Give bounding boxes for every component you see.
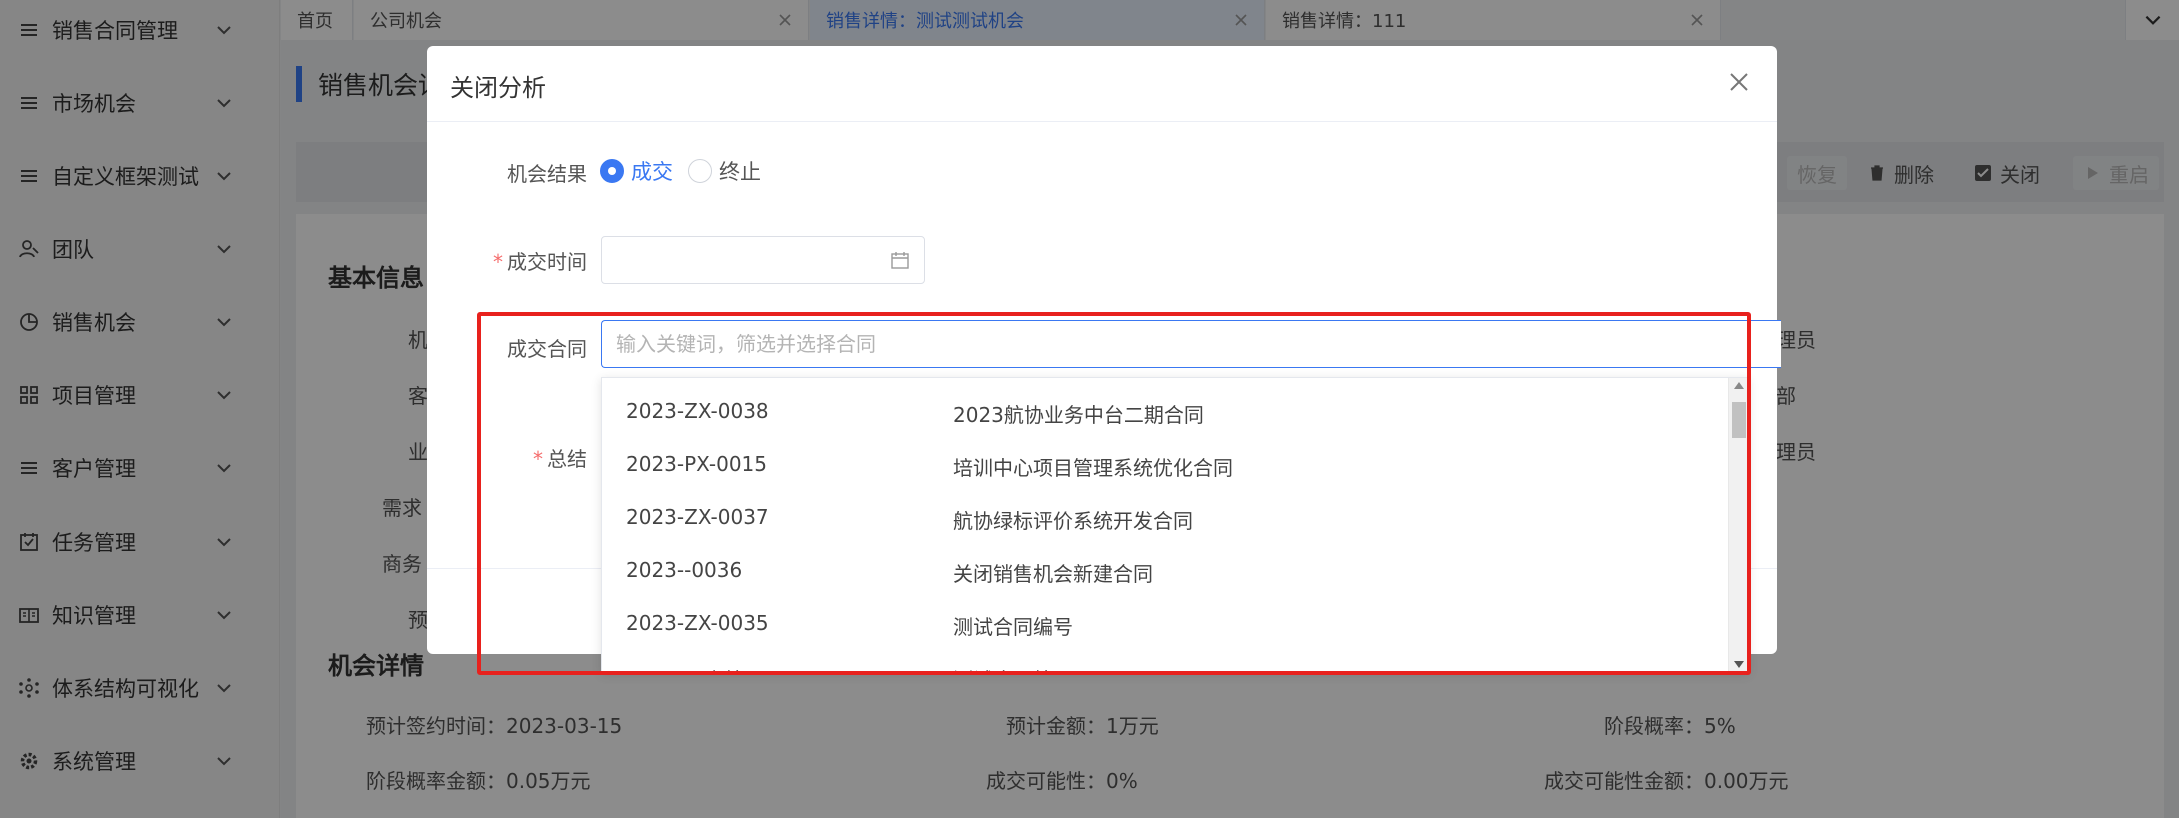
contract-option[interactable]: 2023-ZX-0037 航协绿标评价系统开发合同 bbox=[602, 491, 1728, 544]
contract-search-input[interactable] bbox=[602, 321, 1781, 367]
deal-time-label: * 成交时间 bbox=[427, 246, 587, 275]
contract-code: 2023-ZX-0038 bbox=[626, 399, 769, 423]
contract-name: 航协绿标评价系统开发合同 bbox=[953, 509, 1193, 533]
contract-option[interactable]: 2023-PX-0015 培训中心项目管理系统优化合同 bbox=[602, 438, 1728, 491]
radio-deal-label: 成交 bbox=[631, 160, 673, 184]
contract-select[interactable] bbox=[601, 320, 1781, 368]
contract-code: 2023-ZX-0037 bbox=[626, 505, 769, 529]
radio-dot bbox=[688, 159, 712, 183]
contract-code: 2023-ZX-0035 bbox=[626, 611, 769, 635]
radio-deal[interactable]: 成交 bbox=[600, 156, 673, 186]
scroll-up-icon[interactable] bbox=[1734, 382, 1744, 389]
contract-name: 测试合同编号 bbox=[953, 664, 1073, 672]
dropdown-scrollbar[interactable] bbox=[1728, 378, 1748, 672]
contract-name: 关闭销售机会新建合同 bbox=[953, 562, 1153, 586]
required-mark: * bbox=[533, 447, 543, 471]
scroll-down-icon[interactable] bbox=[1734, 661, 1744, 668]
contract-code: 2023--0036 bbox=[626, 558, 743, 582]
radio-dot bbox=[600, 159, 624, 183]
scrollbar-thumb[interactable] bbox=[1732, 402, 1746, 438]
summary-label: * 总结 bbox=[427, 443, 587, 472]
radio-terminate[interactable]: 终止 bbox=[688, 156, 761, 186]
deal-time-picker[interactable] bbox=[601, 236, 925, 284]
close-icon[interactable] bbox=[1725, 68, 1753, 96]
calendar-icon bbox=[891, 252, 909, 269]
contract-name: 测试合同编号 bbox=[953, 615, 1073, 639]
summary-label-text: 总结 bbox=[547, 447, 587, 471]
contract-name: 培训中心项目管理系统优化合同 bbox=[953, 456, 1233, 480]
contract-option[interactable]: 2023--0036 关闭销售机会新建合同 bbox=[602, 544, 1728, 597]
required-mark: * bbox=[493, 250, 503, 274]
result-label: 机会结果 bbox=[507, 162, 587, 186]
contract-dropdown: 2023-ZX-0038 2023航协业务中台二期合同 2023-PX-0015… bbox=[601, 377, 1749, 673]
dialog-header: 关闭分析 bbox=[427, 46, 1777, 122]
deal-time-input[interactable] bbox=[602, 237, 872, 283]
contract-option[interactable]: 2023-ZX-0035 测试合同编号 bbox=[602, 597, 1728, 650]
contract-label: 成交合同 bbox=[507, 337, 587, 361]
deal-time-label-text: 成交时间 bbox=[507, 250, 587, 274]
radio-terminate-label: 终止 bbox=[719, 160, 761, 184]
contract-code: 2023-历史编号-0034 bbox=[626, 664, 822, 672]
dialog-title: 关闭分析 bbox=[450, 74, 546, 102]
contract-code: 2023-PX-0015 bbox=[626, 452, 767, 476]
contract-option[interactable]: 2023-历史编号-0034 测试合同编号 bbox=[602, 650, 1728, 672]
contract-option[interactable]: 2023-ZX-0038 2023航协业务中台二期合同 bbox=[602, 385, 1728, 438]
contract-name: 2023航协业务中台二期合同 bbox=[953, 403, 1204, 427]
